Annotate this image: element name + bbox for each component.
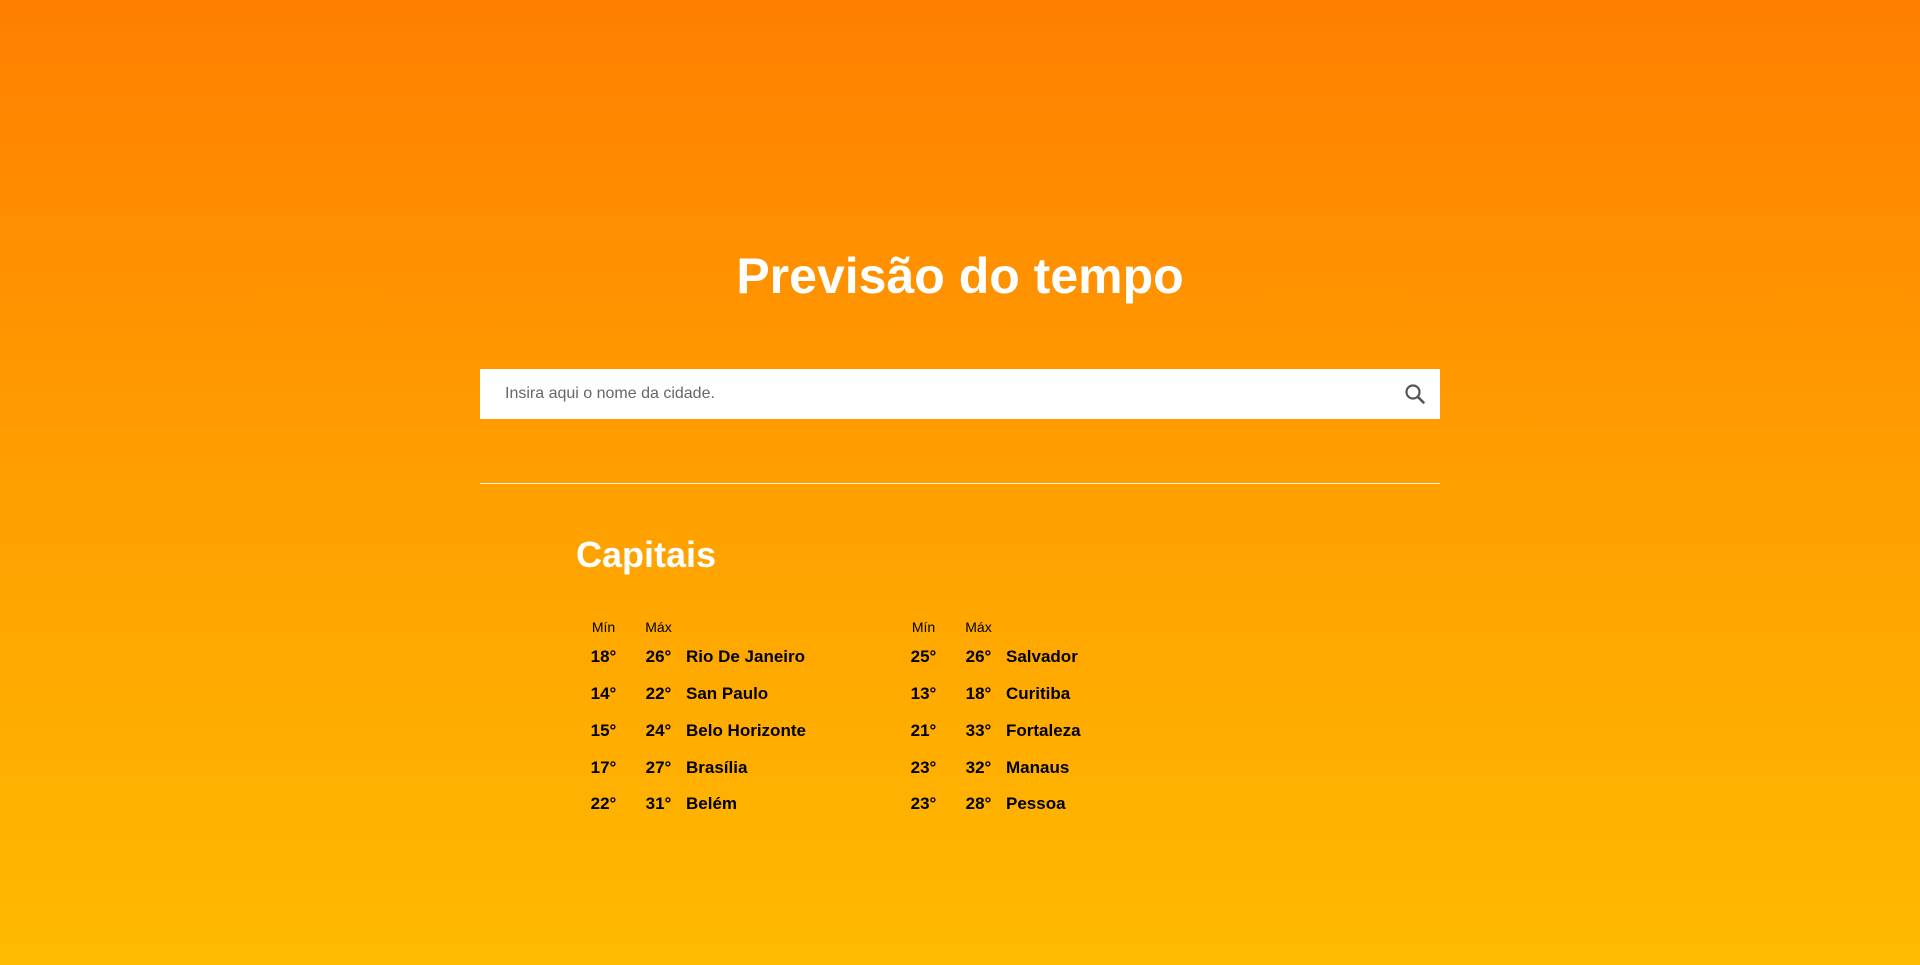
city-name: Manaus	[1006, 757, 1070, 777]
min-temp: 13°	[910, 684, 937, 704]
table-row: 23° 28° Pessoa	[896, 786, 1081, 823]
min-temp: 23°	[910, 794, 937, 814]
min-temp: 25°	[910, 647, 937, 667]
city-name: Curitiba	[1006, 684, 1071, 704]
search-bar	[480, 369, 1440, 419]
city-name: Belém	[686, 794, 738, 814]
min-temp: 15°	[590, 720, 617, 740]
max-temp: 31°	[645, 794, 672, 814]
table-row: 13° 18° Curitiba	[896, 676, 1081, 713]
max-temp: 22°	[645, 684, 672, 704]
search-button[interactable]	[1390, 369, 1440, 419]
city-name: Salvador	[1006, 647, 1078, 667]
search-input[interactable]	[480, 369, 1390, 419]
min-header: Mín	[591, 619, 616, 635]
max-temp: 24°	[645, 720, 672, 740]
table-row: 23° 32° Manaus	[896, 749, 1081, 786]
city-name: Rio De Janeiro	[686, 647, 806, 667]
table-row: 22° 31° Belém	[576, 786, 806, 823]
min-temp: 22°	[590, 794, 617, 814]
max-header: Máx	[965, 619, 992, 635]
city-name: San Paulo	[686, 684, 769, 704]
max-header: Máx	[645, 619, 672, 635]
page-title: Previsão do tempo	[736, 248, 1184, 304]
table-row: 15° 24° Belo Horizonte	[576, 713, 806, 750]
min-temp: 21°	[910, 720, 937, 740]
max-temp: 28°	[965, 794, 992, 814]
city-name: Pessoa	[1006, 794, 1066, 814]
min-header: Mín	[911, 619, 936, 635]
max-temp: 26°	[965, 647, 992, 667]
capitals-table-right: Mín Máx 25° 26° Salvador 13° 18° Curitib…	[896, 615, 1081, 823]
min-temp: 14°	[590, 684, 617, 704]
max-temp: 26°	[645, 647, 672, 667]
search-icon	[1405, 384, 1425, 404]
max-temp: 33°	[965, 720, 992, 740]
table-row: 14° 22° San Paulo	[576, 676, 806, 713]
divider	[480, 483, 1440, 484]
capitals-title: Capitais	[576, 534, 717, 575]
city-name: Fortaleza	[1006, 720, 1081, 740]
capitals-table-left: Mín Máx 18° 26° Rio De Janeiro 14° 22° S…	[576, 615, 806, 823]
max-temp: 32°	[965, 757, 992, 777]
table-row: 25° 26° Salvador	[896, 639, 1081, 676]
table-row: 17° 27° Brasília	[576, 749, 806, 786]
table-header: Mín Máx	[576, 615, 806, 639]
city-name: Belo Horizonte	[686, 720, 806, 740]
max-temp: 18°	[965, 684, 992, 704]
table-row: 18° 26° Rio De Janeiro	[576, 639, 806, 676]
min-temp: 18°	[590, 647, 617, 667]
max-temp: 27°	[645, 757, 672, 777]
min-temp: 17°	[590, 757, 617, 777]
table-header: Mín Máx	[896, 615, 1081, 639]
min-temp: 23°	[910, 757, 937, 777]
table-row: 21° 33° Fortaleza	[896, 713, 1081, 750]
city-name: Brasília	[686, 757, 748, 777]
